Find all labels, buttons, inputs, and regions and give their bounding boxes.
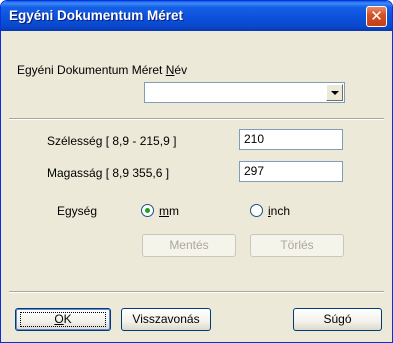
height-input[interactable]: 297 [239,161,343,182]
title-bar[interactable]: Egyéni Dokumentum Méret ✕ [1,1,392,31]
height-label: Magasság [ 8,9 355,6 ] [47,166,170,180]
delete-button[interactable]: Törlés [250,234,344,257]
unit-mm-label[interactable]: mm [159,204,179,218]
chevron-down-icon[interactable] [326,84,343,101]
document-size-name-label: Egyéni Dokumentum Méret Név [17,63,188,77]
unit-inch-radio[interactable] [250,204,263,217]
document-size-name-combobox[interactable] [144,82,345,103]
focus-ring [20,312,106,327]
unit-label: Egység [57,204,98,218]
width-input[interactable]: 210 [239,129,343,150]
help-button[interactable]: Súgó [293,308,382,331]
separator-bottom [9,291,384,293]
cancel-button[interactable]: Visszavonás [121,308,211,331]
unit-inch-label[interactable]: inch [268,204,290,218]
close-button[interactable]: ✕ [366,6,387,27]
custom-document-size-dialog: Egyéni Dokumentum Méret ✕ Egyéni Dokumen… [0,0,393,343]
close-icon: ✕ [370,7,383,25]
save-button[interactable]: Mentés [142,234,236,257]
width-label: Szélesség [ 8,9 - 215,9 ] [47,134,177,148]
unit-mm-radio[interactable] [141,204,154,217]
ok-button[interactable]: OK [15,308,111,331]
dialog-title: Egyéni Dokumentum Méret [9,8,184,23]
separator-top [9,118,384,120]
